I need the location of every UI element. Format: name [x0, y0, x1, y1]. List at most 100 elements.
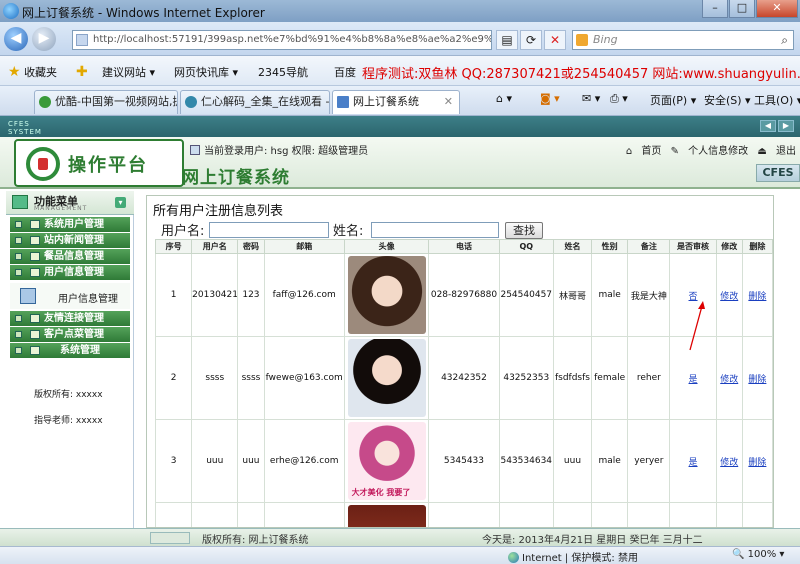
col-header: 密码 [237, 239, 265, 254]
cell-qq: 43252353 [498, 336, 554, 420]
username-input[interactable] [209, 222, 329, 238]
logout-link[interactable]: ⏏ 退出 [757, 146, 796, 157]
cfes-tag: CFES [756, 164, 800, 182]
cell-edit: 修改 [715, 419, 743, 503]
home-icon[interactable]: ⌂ ▾ [496, 92, 512, 105]
favorites-bar: ★ 收藏夹 ✚ 建议网站 ▾ 网页快讯库 ▾ 2345导航 百度 程序测试:双鱼… [0, 56, 800, 86]
fav-link-baidu[interactable]: 百度 [334, 64, 356, 80]
feeds-icon[interactable]: ◙ ▾ [540, 92, 560, 105]
avatar-image [347, 339, 426, 417]
audit-link[interactable]: 是 [689, 458, 698, 468]
edit-link[interactable]: 修改 [720, 292, 738, 302]
cell-email: faff@126.com [263, 253, 345, 337]
forward-button[interactable]: ▶ [32, 27, 56, 51]
delete-link[interactable]: 删除 [748, 458, 766, 468]
home-link[interactable]: ⌂ 首页 [626, 146, 662, 157]
name-label: 姓名: [333, 224, 364, 239]
menu-item-links[interactable]: 友情连接管理 [10, 311, 130, 326]
user-card-icon [20, 288, 36, 304]
footer-divider [150, 532, 190, 544]
cell-phone: 028-82976880 [428, 253, 500, 337]
address-field[interactable]: http://localhost:57191/399asp.net%e7%bd%… [72, 30, 492, 50]
col-header: 备注 [627, 239, 671, 254]
top-links: ⌂ 首页 ✎ 个人信息修改 ⏏ 退出 [620, 142, 796, 157]
tab-youku[interactable]: 优酷-中国第一视频网站,提... [34, 90, 178, 114]
search-button[interactable]: 查找 [505, 222, 543, 239]
app-header: 操作平台 当前登录用户: hsg 权限: 超级管理员 网上订餐系统 ⌂ 首页 ✎… [0, 137, 800, 189]
audit-link[interactable]: 是 [689, 375, 698, 385]
bing-icon [576, 34, 588, 46]
tab-renxin[interactable]: 仁心解码_全集_在线观看 -... [180, 90, 330, 114]
zoom-level[interactable]: 🔍 100% ▾ [732, 549, 784, 560]
cell-no: 2 [154, 336, 193, 420]
window-titlebar: 网上订餐系统 - Windows Internet Explorer – □ ✕ [0, 0, 800, 22]
menu-item-meals[interactable]: 餐品信息管理 [10, 249, 130, 264]
table-row: 3 uuu uuu erhe@126.com 大才美化 我要了 5345433 … [154, 419, 773, 503]
cell-avatar [343, 253, 430, 337]
menu-item-user-info[interactable]: 用户信息管理 [10, 265, 130, 280]
mail-icon[interactable]: ✉ ▾ [582, 92, 600, 105]
cell-username [191, 502, 239, 527]
table-row [154, 502, 773, 527]
sub-item-user-info[interactable]: 用户信息管理 [10, 283, 130, 309]
fav-link-suggested[interactable]: 建议网站 ▾ [102, 64, 155, 80]
menu-item-system-users[interactable]: 系统用户管理 [10, 217, 130, 232]
window-controls: – □ ✕ [701, 0, 798, 18]
cell-edit: 修改 [715, 336, 743, 420]
logo-mark-icon [26, 147, 60, 181]
tools-menu[interactable]: 工具(O) ▾ [754, 92, 800, 108]
annotation-arrow [689, 301, 705, 351]
cell-password: uuu [237, 419, 265, 503]
fav-link-2345[interactable]: 2345导航 [258, 64, 308, 80]
add-favorite-icon[interactable]: ✚ [76, 64, 88, 80]
prev-arrow-icon[interactable]: ◀ [760, 120, 776, 132]
col-header: 头像 [343, 239, 430, 254]
safety-menu[interactable]: 安全(S) ▾ [704, 92, 751, 108]
main-panel: 所有用户注册信息列表 用户名: 姓名: 查找 序号 用户名 密码 邮箱 头像 电… [146, 195, 774, 528]
close-tab-icon[interactable]: ✕ [444, 91, 453, 113]
system-tag: CFES SYSTEM [8, 120, 42, 136]
back-button[interactable]: ◀ [4, 27, 28, 51]
stop-button[interactable]: ✕ [544, 30, 566, 50]
tab-bar: 优酷-中国第一视频网站,提... 仁心解码_全集_在线观看 -... 网上订餐系… [0, 86, 800, 116]
maximize-button[interactable]: □ [729, 0, 755, 18]
page-menu[interactable]: 页面(P) ▾ [650, 92, 696, 108]
youku-favicon-icon [39, 96, 51, 108]
col-header: 删除 [741, 239, 773, 254]
address-url: http://localhost:57191/399asp.net%e7%bd%… [93, 34, 492, 45]
tab-ordering-system[interactable]: 网上订餐系统 ✕ [332, 90, 460, 114]
cell-username: 20130421 [191, 253, 239, 337]
search-row: 用户名: 姓名: 查找 [157, 220, 767, 239]
security-zone[interactable]: Internet | 保护模式: 禁用 [508, 549, 638, 564]
favorites-button[interactable]: ★ 收藏夹 [8, 64, 57, 80]
edit-link[interactable]: 修改 [720, 458, 738, 468]
cell-gender: male [591, 253, 629, 337]
fav-link-webslice[interactable]: 网页快讯库 ▾ [174, 64, 238, 80]
refresh-button[interactable]: ⟳ [520, 30, 542, 50]
minimize-button[interactable]: – [702, 0, 728, 18]
search-input[interactable]: Bing ⌕ [572, 30, 794, 50]
user-icon [190, 145, 200, 155]
next-arrow-icon[interactable]: ▶ [778, 120, 794, 132]
cell-phone: 5345433 [428, 419, 500, 503]
edit-link[interactable]: 修改 [720, 375, 738, 385]
print-icon[interactable]: ⎙ ▾ [610, 92, 628, 106]
avatar-caption: 大才美化 我要了 [351, 488, 411, 497]
menu-icon [12, 195, 28, 209]
table-row: 2 ssss ssss fwewe@163.com 43242352 43252… [154, 336, 773, 420]
compat-view-button[interactable]: ▤ [496, 30, 518, 50]
close-button[interactable]: ✕ [756, 0, 798, 18]
logo-text: 操作平台 [68, 155, 148, 176]
name-input[interactable] [371, 222, 499, 238]
delete-link[interactable]: 删除 [748, 375, 766, 385]
col-header: 序号 [154, 239, 193, 254]
profile-link[interactable]: ✎ 个人信息修改 [671, 146, 749, 157]
delete-link[interactable]: 删除 [748, 292, 766, 302]
logo: 操作平台 [14, 139, 184, 187]
search-icon[interactable]: ⌕ [781, 31, 788, 49]
menu-item-system[interactable]: 系统管理 [10, 343, 130, 358]
collapse-icon[interactable]: ▾ [115, 197, 126, 208]
menu-item-news[interactable]: 站内新闻管理 [10, 233, 130, 248]
menu-header: 功能菜单 MANAGEMENT ▾ [6, 191, 134, 215]
menu-item-orders[interactable]: 客户点菜管理 [10, 327, 130, 342]
